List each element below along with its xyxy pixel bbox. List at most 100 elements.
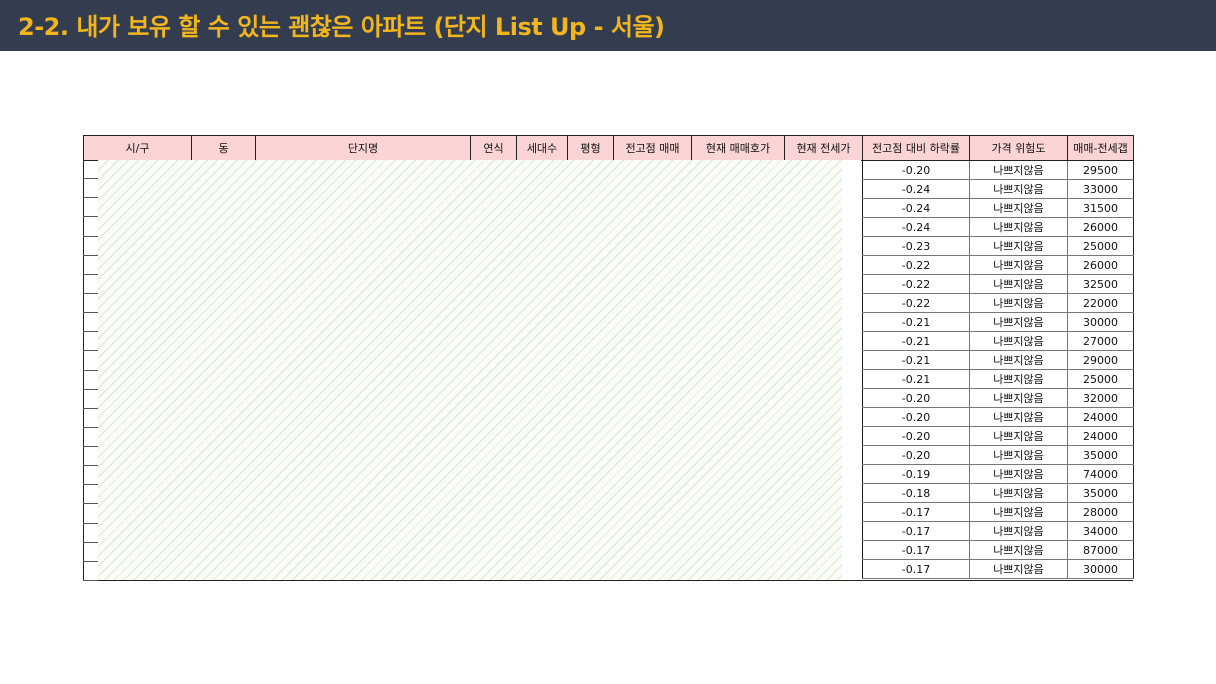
- row-tick: [83, 523, 98, 524]
- gap-cell: 28000: [1067, 502, 1134, 522]
- risk-cell: 나쁘지않음: [969, 293, 1068, 313]
- table-header-row: 시/구 동 단지명 연식 세대수 평형 전고점 매매 현재 매매호가 현재 전세가 전고점 대비 …: [83, 135, 1134, 161]
- risk-cell: 나쁘지않음: [969, 369, 1068, 389]
- row-tick: [83, 370, 98, 371]
- risk-cell: 나쁘지않음: [969, 426, 1068, 446]
- drop-rate-cell: -0.20: [862, 407, 970, 427]
- risk-cell: 나쁘지않음: [969, 559, 1068, 579]
- risk-cell: 나쁘지않음: [969, 388, 1068, 408]
- row-tick: [83, 465, 98, 466]
- row-tick: [83, 389, 98, 390]
- drop-rate-cell: -0.22: [862, 274, 970, 294]
- drop-rate-cell: -0.23: [862, 236, 970, 256]
- risk-cell: 나쁘지않음: [969, 521, 1068, 541]
- header-cell: 가격 위험도: [969, 135, 1068, 161]
- drop-rate-cell: -0.17: [862, 502, 970, 522]
- gap-cell: 35000: [1067, 483, 1134, 503]
- gap-cell: 74000: [1067, 464, 1134, 484]
- risk-cell: 나쁘지않음: [969, 179, 1068, 199]
- row-tick: [83, 255, 98, 256]
- risk-cell: 나쁘지않음: [969, 540, 1068, 560]
- drop-rate-cell: -0.22: [862, 255, 970, 275]
- gap-cell: 25000: [1067, 369, 1134, 389]
- drop-rate-cell: -0.21: [862, 312, 970, 332]
- header-cell: 매매-전세갭: [1067, 135, 1134, 161]
- gap-cell: 87000: [1067, 540, 1134, 560]
- header-cell: 현재 전세가: [784, 135, 863, 161]
- gap-cell: 31500: [1067, 198, 1134, 218]
- gap-cell: 27000: [1067, 331, 1134, 351]
- risk-cell: 나쁘지않음: [969, 407, 1068, 427]
- risk-cell: 나쁘지않음: [969, 236, 1068, 256]
- risk-cell: 나쁘지않음: [969, 464, 1068, 484]
- risk-cell: 나쁘지않음: [969, 160, 1068, 180]
- row-tick: [83, 197, 98, 198]
- redacted-gap: [842, 160, 861, 580]
- gap-cell: 30000: [1067, 559, 1134, 579]
- drop-rate-cell: -0.20: [862, 426, 970, 446]
- row-tick: [83, 312, 98, 313]
- row-tick: [83, 580, 98, 581]
- header-cell: 현재 매매호가: [691, 135, 785, 161]
- slide-title: 2-2. 내가 보유 할 수 있는 괜찮은 아파트 (단지 List Up - …: [18, 13, 665, 41]
- drop-rate-cell: -0.22: [862, 293, 970, 313]
- header-cell: 전고점 매매: [613, 135, 692, 161]
- row-tick: [83, 331, 98, 332]
- risk-cell: 나쁘지않음: [969, 483, 1068, 503]
- gap-cell: 24000: [1067, 426, 1134, 446]
- risk-cell: 나쁘지않음: [969, 274, 1068, 294]
- drop-rate-cell: -0.24: [862, 217, 970, 237]
- drop-rate-cell: -0.17: [862, 540, 970, 560]
- header-cell: 전고점 대비 하락률: [862, 135, 970, 161]
- gap-cell: 29500: [1067, 160, 1134, 180]
- drop-rate-cell: -0.21: [862, 350, 970, 370]
- risk-cell: 나쁘지않음: [969, 198, 1068, 218]
- header-cell: 평형: [567, 135, 614, 161]
- drop-rate-cell: -0.24: [862, 198, 970, 218]
- drop-rate-cell: -0.20: [862, 388, 970, 408]
- gap-cell: 26000: [1067, 255, 1134, 275]
- row-tick: [83, 446, 98, 447]
- gap-cell: 34000: [1067, 521, 1134, 541]
- drop-rate-cell: -0.24: [862, 179, 970, 199]
- row-tick: [83, 178, 98, 179]
- table-bottom-border: [83, 580, 1133, 581]
- row-tick: [83, 484, 98, 485]
- risk-cell: 나쁘지않음: [969, 502, 1068, 522]
- risk-cell: 나쁘지않음: [969, 255, 1068, 275]
- row-tick: [83, 350, 98, 351]
- risk-cell: 나쁘지않음: [969, 445, 1068, 465]
- gap-cell: 35000: [1067, 445, 1134, 465]
- gap-cell: 33000: [1067, 179, 1134, 199]
- risk-cell: 나쁘지않음: [969, 217, 1068, 237]
- row-tick: [83, 503, 98, 504]
- header-cell: 단지명: [255, 135, 471, 161]
- risk-cell: 나쁘지않음: [969, 350, 1068, 370]
- gap-cell: 30000: [1067, 312, 1134, 332]
- gap-cell: 22000: [1067, 293, 1134, 313]
- row-tick: [83, 236, 98, 237]
- drop-rate-cell: -0.20: [862, 445, 970, 465]
- drop-rate-cell: -0.18: [862, 483, 970, 503]
- row-tick: [83, 542, 98, 543]
- drop-rate-cell: -0.17: [862, 559, 970, 579]
- gap-cell: 32000: [1067, 388, 1134, 408]
- gap-cell: 24000: [1067, 407, 1134, 427]
- redacted-area: [98, 160, 842, 581]
- header-cell: 연식: [470, 135, 517, 161]
- drop-rate-cell: -0.20: [862, 160, 970, 180]
- drop-rate-cell: -0.19: [862, 464, 970, 484]
- header-cell: 세대수: [516, 135, 568, 161]
- gap-cell: 25000: [1067, 236, 1134, 256]
- risk-cell: 나쁘지않음: [969, 312, 1068, 332]
- gap-cell: 29000: [1067, 350, 1134, 370]
- gap-cell: 26000: [1067, 217, 1134, 237]
- gap-cell: 32500: [1067, 274, 1134, 294]
- row-tick: [83, 561, 98, 562]
- row-tick: [83, 293, 98, 294]
- row-tick: [83, 216, 98, 217]
- row-tick: [83, 427, 98, 428]
- drop-rate-cell: -0.21: [862, 369, 970, 389]
- drop-rate-cell: -0.17: [862, 521, 970, 541]
- title-bar: 2-2. 내가 보유 할 수 있는 괜찮은 아파트 (단지 List Up - …: [0, 0, 1216, 51]
